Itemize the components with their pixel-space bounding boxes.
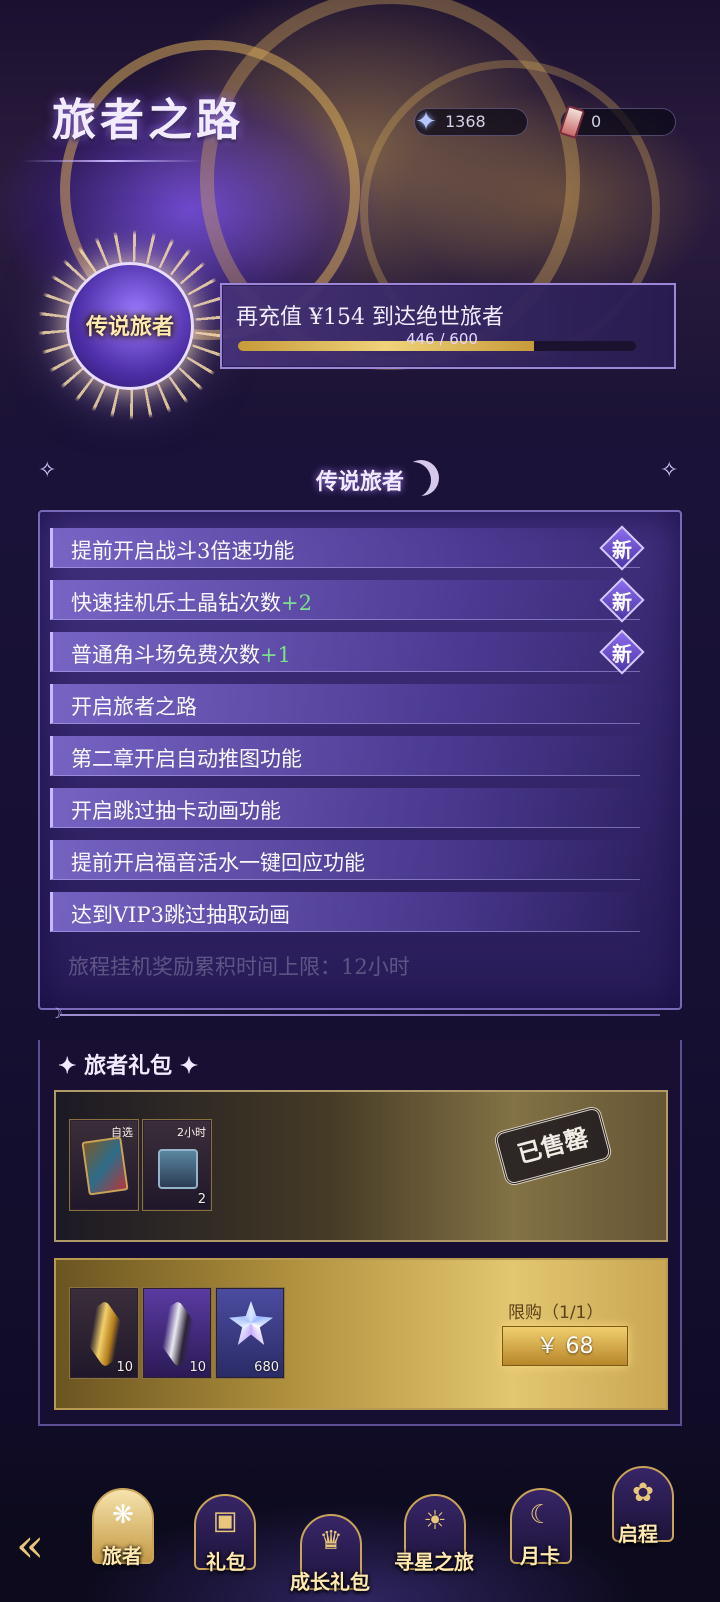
tier-section-header: 传说旅者 <box>0 460 720 500</box>
perk-row: 达到VIP3跳过抽取动画 <box>50 892 640 932</box>
tab-star-journey-label: 寻星之旅 <box>394 1550 474 1574</box>
perk-label: 提前开启福音活水一键回应功能 <box>71 851 365 875</box>
tier-section-title: 传说旅者 <box>315 469 404 495</box>
treasure-chest-icon <box>158 1149 198 1189</box>
item-quantity: 2 <box>197 1192 206 1207</box>
tab-depart-label: 启程 <box>618 1522 658 1546</box>
perk-label: 旅程挂机奖励累积时间上限：12小时 <box>68 955 410 979</box>
item-quantity: 680 <box>254 1360 279 1375</box>
crescent-moon-icon <box>403 460 439 496</box>
perk-text: 开启旅者之路 <box>71 691 197 721</box>
perk-text: 提前开启福音活水一键回应功能 <box>71 847 365 877</box>
moon-card-icon: ☾ <box>529 1500 553 1530</box>
pack-item[interactable]: 2小时 2 <box>143 1120 211 1210</box>
item-tag: 2小时 <box>177 1126 206 1139</box>
perk-text: 开启跳过抽卡动画功能 <box>71 795 281 825</box>
new-badge: 新 <box>599 525 645 571</box>
perk-text: 第二章开启自动推图功能 <box>71 743 302 773</box>
buy-button[interactable]: ￥ 68 <box>502 1326 628 1366</box>
new-badge-label: 新 <box>612 538 632 562</box>
perk-row: 第二章开启自动推图功能 <box>50 736 640 776</box>
back-arrow-icon[interactable]: « <box>16 1520 76 1570</box>
perk-row: 开启跳过抽卡动画功能 <box>50 788 640 828</box>
perk-row: 旅程挂机奖励累积时间上限：12小时 <box>50 944 640 984</box>
perk-label: 第二章开启自动推图功能 <box>71 747 302 771</box>
tab-moon-card-label: 月卡 <box>520 1544 560 1568</box>
tab-traveler-label: 旅者 <box>102 1544 142 1568</box>
gold-feather-icon <box>73 1300 137 1368</box>
new-badge: 新 <box>599 629 645 675</box>
perk-row: 提前开启战斗3倍速功能 新 <box>50 525 645 571</box>
item-quantity: 10 <box>116 1360 133 1375</box>
dark-feather-icon <box>146 1300 210 1368</box>
perk-label: 普通角斗场免费次数 <box>71 643 260 667</box>
progress-label: 446 / 600 <box>406 330 478 348</box>
gift-section-title: ✦ 旅者礼包 ✦ <box>58 1053 199 1079</box>
new-badge: 新 <box>599 577 645 623</box>
growth-pack-icon: ♛ <box>319 1526 343 1556</box>
item-tag: 自选 <box>111 1126 133 1139</box>
pack-item[interactable]: 10 <box>70 1288 138 1378</box>
title-underline <box>22 160 202 162</box>
perk-label: 快速挂机乐土晶钻次数 <box>71 591 281 615</box>
pack-item[interactable]: 自选 <box>70 1120 138 1210</box>
tier-badge: 传说旅者 <box>66 262 194 390</box>
ticket-icon <box>555 104 589 140</box>
currency-ticket-value: 0 <box>591 112 602 131</box>
gift-box-icon: ▣ <box>212 1506 238 1536</box>
new-badge-label: 新 <box>612 590 632 614</box>
perk-bonus: +1 <box>260 643 291 667</box>
perk-list[interactable]: 提前开启战斗3倍速功能新快速挂机乐土晶钻次数+2 新普通角斗场免费次数+1 新开启旅… <box>50 525 645 996</box>
perk-text: 提前开启战斗3倍速功能 <box>71 535 294 565</box>
perk-row: 提前开启福音活水一键回应功能 <box>50 840 640 880</box>
perk-text: 达到VIP3跳过抽取动画 <box>71 899 290 929</box>
perk-label: 开启旅者之路 <box>71 695 197 719</box>
perk-text: 旅程挂机奖励累积时间上限：12小时 <box>68 951 410 981</box>
tab-gift-label: 礼包 <box>206 1550 246 1574</box>
star-crystal-icon: ✦ <box>415 107 437 137</box>
perk-label: 提前开启战斗3倍速功能 <box>71 539 295 563</box>
progress-message: 再充值 ¥154 到达绝世旅者 <box>236 305 504 330</box>
perk-label: 达到VIP3跳过抽取动画 <box>71 903 290 927</box>
perk-row: 快速挂机乐土晶钻次数+2 新 <box>50 577 645 623</box>
new-badge-label: 新 <box>612 642 632 666</box>
currency-crystal-value: 1368 <box>445 112 486 131</box>
perk-bonus: +2 <box>281 591 312 615</box>
perk-text: 普通角斗场免费次数+1 <box>71 639 291 669</box>
pack-item[interactable]: 680 <box>216 1288 284 1378</box>
perk-scrollbar[interactable] <box>60 1014 660 1016</box>
currency-ticket[interactable]: 0 <box>558 104 676 140</box>
rose-emblem-icon: ✿ <box>632 1478 654 1508</box>
purchase-limit: 限购（1/1） <box>508 1303 604 1323</box>
star-journey-icon: ☀ <box>423 1506 447 1536</box>
page-title: 旅者之路 <box>52 95 244 146</box>
vip-progress-panel: 再充值 ¥154 到达绝世旅者 446 / 600 <box>220 283 676 369</box>
star-crystal-icon <box>229 1301 273 1345</box>
perk-label: 开启跳过抽卡动画功能 <box>71 799 281 823</box>
item-quantity: 10 <box>189 1360 206 1375</box>
perk-row: 开启旅者之路 <box>50 684 640 724</box>
perk-row: 普通角斗场免费次数+1 新 <box>50 629 645 675</box>
traveler-emblem-icon: ❋ <box>112 1500 134 1530</box>
tier-badge-label: 传说旅者 <box>85 314 174 340</box>
tab-growth-pack-label: 成长礼包 <box>290 1570 370 1594</box>
pack-item[interactable]: 10 <box>143 1288 211 1378</box>
currency-crystal[interactable]: ✦ 1368 <box>414 107 528 137</box>
selectable-card-icon <box>81 1136 129 1196</box>
perk-text: 快速挂机乐土晶钻次数+2 <box>71 587 312 617</box>
